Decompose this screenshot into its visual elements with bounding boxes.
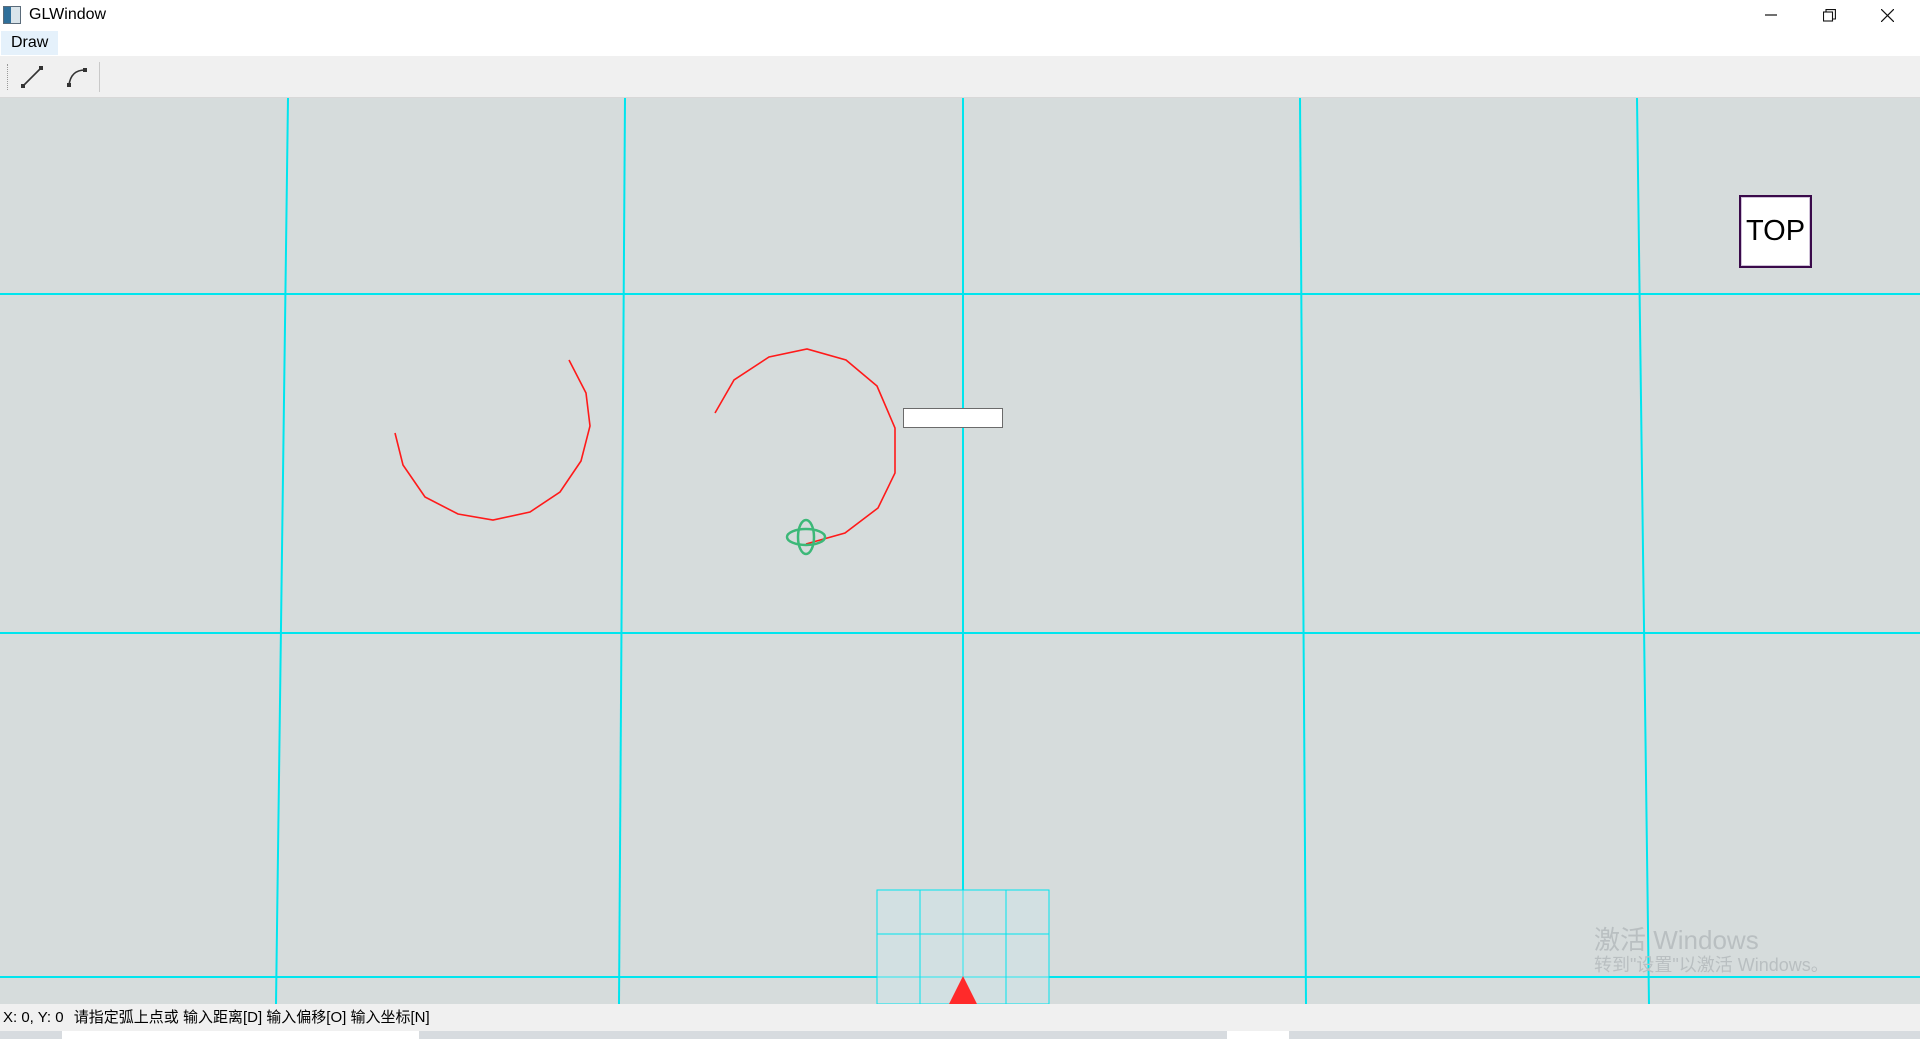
- grid-line: [1636, 98, 1650, 1004]
- snap-cursor-ring: [785, 527, 827, 547]
- snap-cursor-ring: [796, 518, 816, 556]
- status-bar: X: 0, Y: 0 请指定弧上点或 输入距离[D] 输入偏移[O] 输入坐标[…: [0, 1004, 1920, 1031]
- grid-line: [618, 98, 626, 1004]
- toolbar-grip[interactable]: [7, 64, 10, 90]
- toolbar: [0, 56, 1920, 98]
- window-title: GLWindow: [29, 6, 107, 23]
- arc-icon: [67, 68, 87, 87]
- menu-bar: Draw: [0, 30, 1920, 56]
- restore-icon: [1822, 8, 1836, 22]
- status-coordinates: X: 0, Y: 0: [3, 1009, 64, 1026]
- taskbar-item[interactable]: [1227, 1031, 1289, 1039]
- minimize-icon: [1765, 14, 1777, 16]
- title-bar: GLWindow: [0, 0, 1920, 30]
- toolbar-separator: [99, 62, 100, 92]
- viewport-scene: [0, 98, 1920, 1004]
- close-button[interactable]: [1858, 0, 1916, 30]
- watermark-line2: 转到"设置"以激活 Windows。: [1594, 955, 1829, 975]
- grid-line: [275, 98, 289, 1004]
- activation-watermark: 激活 Windows 转到"设置"以激活 Windows。: [1594, 926, 1829, 976]
- grid-lines: [0, 98, 1920, 1004]
- view-cube-top-label[interactable]: TOP: [1739, 195, 1812, 268]
- coordinate-input[interactable]: [903, 408, 1003, 428]
- status-command-prompt: 请指定弧上点或 输入距离[D] 输入偏移[O] 输入坐标[N]: [73, 1009, 430, 1026]
- app-window-icon: [3, 6, 21, 24]
- arc-tool-button[interactable]: [59, 62, 95, 92]
- line-tool-button[interactable]: [14, 62, 50, 92]
- minimize-button[interactable]: [1742, 0, 1800, 30]
- menu-draw[interactable]: Draw: [1, 31, 59, 55]
- app-window: GLWindow Draw TOP 激活 Windows 转到"设置"以激活 W…: [0, 0, 1920, 1039]
- red-arc-right: [714, 348, 896, 545]
- drawing-viewport[interactable]: TOP 激活 Windows 转到"设置"以激活 Windows。: [0, 98, 1920, 1004]
- close-icon: [1880, 8, 1894, 22]
- snap-cursor-icon: [785, 518, 827, 556]
- taskbar-strip: [0, 1031, 1920, 1039]
- restore-button[interactable]: [1800, 0, 1858, 30]
- line-icon: [21, 66, 43, 88]
- grid-line: [1299, 98, 1307, 1004]
- red-arc-left: [394, 359, 591, 521]
- watermark-line1: 激活 Windows: [1594, 925, 1759, 955]
- taskbar-item[interactable]: [62, 1031, 419, 1039]
